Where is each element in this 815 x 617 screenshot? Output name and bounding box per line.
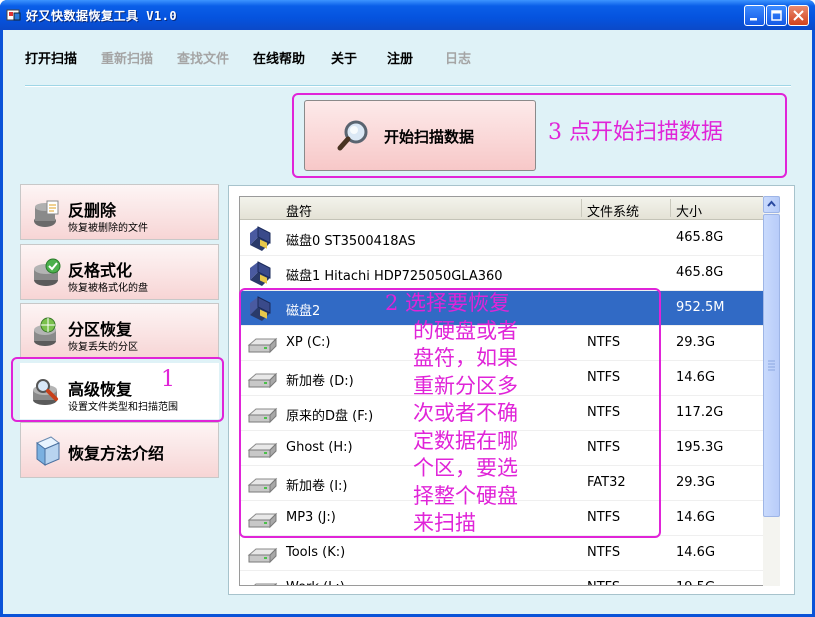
cell-size: 29.3G [676, 335, 716, 350]
annotation-step2-line: 盘符，如果 [413, 346, 518, 370]
column-header-filesystem[interactable]: 文件系统 [587, 201, 639, 220]
start-scan-label: 开始扫描数据 [384, 128, 475, 146]
hard-disk-icon [250, 226, 271, 251]
menu-open-scan[interactable]: 打开扫描 [25, 48, 77, 67]
app-icon [6, 9, 21, 21]
menu-find-files[interactable]: 查找文件 [177, 48, 229, 67]
recycle-bin-icon [34, 200, 59, 227]
menu-online-help[interactable]: 在线帮助 [253, 48, 305, 67]
cell-size: 465.8G [676, 265, 724, 280]
annotation-box-step1 [11, 357, 224, 422]
cell-size: 14.6G [676, 545, 716, 560]
menu-log[interactable]: 日志 [445, 48, 471, 67]
side-button-subtitle: 恢复丢失的分区 [68, 342, 138, 353]
menu-about[interactable]: 关于 [331, 48, 357, 67]
cell-size: 19.5G [676, 580, 715, 585]
magnifier-icon [337, 120, 368, 151]
side-button-title: 反格式化 [68, 261, 133, 280]
annotation-step2-line: 个区，要选 [413, 456, 518, 480]
cell-size: 195.3G [676, 440, 724, 455]
cell-size: 29.3G [676, 475, 716, 490]
annotation-step2-line: 定数据在哪 [413, 428, 518, 453]
annotation-step2-line: 来扫描 [413, 511, 476, 535]
side-button-recovery-guide[interactable]: 恢复方法介绍 [20, 422, 219, 478]
minimize-button[interactable] [744, 5, 765, 26]
format-disk-icon [34, 258, 61, 286]
maximize-button[interactable] [766, 5, 787, 26]
arrow-up-icon [767, 200, 776, 207]
table-row[interactable]: Tools (K:) NTFS 14.6G [240, 536, 771, 571]
annotation-step2-line: 择整个硬盘 [413, 483, 518, 508]
side-button-title: 恢复方法介绍 [68, 444, 165, 463]
menu-divider [25, 85, 791, 87]
drive-icon [254, 582, 278, 585]
annotation-step2-line: 重新分区多 [413, 373, 518, 398]
hard-disk-icon [250, 261, 271, 286]
annotation-step2-line: 2 选择要恢复 [385, 291, 511, 315]
close-button[interactable] [788, 5, 809, 26]
menu-register[interactable]: 注册 [387, 48, 413, 67]
annotation-step2-line: 次或者不确 [413, 401, 518, 425]
menu-rescan[interactable]: 重新扫描 [101, 48, 153, 67]
close-icon [793, 10, 804, 21]
annotation-step2: 2 选择要恢复 的硬盘或者 盘符，如果 重新分区多 次或者不确 定数据在哪 个区… [385, 290, 518, 538]
cell-drive-name: 磁盘1 Hitachi HDP725050GLA360 [286, 269, 503, 284]
side-button-subtitle: 恢复被删除的文件 [68, 223, 148, 234]
cell-size: 14.6G [676, 510, 716, 525]
table-row[interactable]: Work (L:) NTFS 19.5G [240, 571, 771, 585]
maximize-icon [771, 10, 782, 21]
column-header-size[interactable]: 大小 [676, 201, 702, 220]
cell-drive-name: Work (L:) [286, 580, 345, 585]
cell-size: 952.5M [676, 300, 725, 315]
table-row[interactable]: 磁盘0 ST3500418AS 465.8G [240, 221, 771, 256]
app-window: 好又快数据恢复工具 V1.0 打开扫描 重新扫描 查找文件 在线帮助 关于 注册… [0, 0, 815, 617]
side-button-title: 反删除 [68, 201, 117, 220]
minimize-icon [750, 18, 757, 21]
window-title: 好又快数据恢复工具 V1.0 [26, 9, 178, 23]
start-scan-button[interactable]: 开始扫描数据 [304, 100, 536, 171]
cell-drive-name: Tools (K:) [286, 545, 346, 560]
main-client-area: 打开扫描 重新扫描 查找文件 在线帮助 关于 注册 日志 开始扫描数据 3 点开… [3, 30, 812, 614]
cell-filesystem: NTFS [587, 545, 621, 560]
cell-drive-name: 磁盘0 ST3500418AS [286, 234, 416, 249]
cell-size: 465.8G [676, 230, 724, 245]
column-divider[interactable] [581, 199, 582, 217]
side-button-undelete[interactable]: 反删除 恢复被删除的文件 [20, 184, 219, 240]
grip-icon [768, 360, 775, 371]
vertical-scrollbar[interactable] [763, 196, 780, 586]
scroll-up-button[interactable] [763, 196, 780, 213]
side-button-partition-recovery[interactable]: 分区恢复 恢复丢失的分区 [20, 303, 219, 359]
help-book-icon [36, 436, 60, 466]
cell-filesystem: NTFS [587, 580, 620, 585]
column-divider[interactable] [670, 199, 671, 217]
title-bar[interactable]: 好又快数据恢复工具 V1.0 [0, 0, 815, 30]
annotation-step2-line: 的硬盘或者 [413, 318, 518, 343]
side-button-title: 分区恢复 [68, 320, 133, 339]
table-row[interactable]: 磁盘1 Hitachi HDP725050GLA360 465.8G [240, 256, 771, 291]
cell-size: 117.2G [676, 405, 724, 420]
column-header-drive[interactable]: 盘符 [286, 201, 312, 220]
annotation-step1: 1 [161, 367, 175, 392]
side-button-subtitle: 恢复被格式化的盘 [68, 283, 148, 294]
annotation-step3: 3 点开始扫描数据 [548, 120, 723, 145]
side-button-unformat[interactable]: 反格式化 恢复被格式化的盘 [20, 244, 219, 300]
table-header: 盘符 文件系统 大小 [240, 197, 771, 220]
drive-icon [247, 547, 278, 564]
scroll-thumb[interactable] [763, 214, 780, 517]
partition-icon [34, 317, 56, 346]
cell-size: 14.6G [676, 370, 716, 385]
